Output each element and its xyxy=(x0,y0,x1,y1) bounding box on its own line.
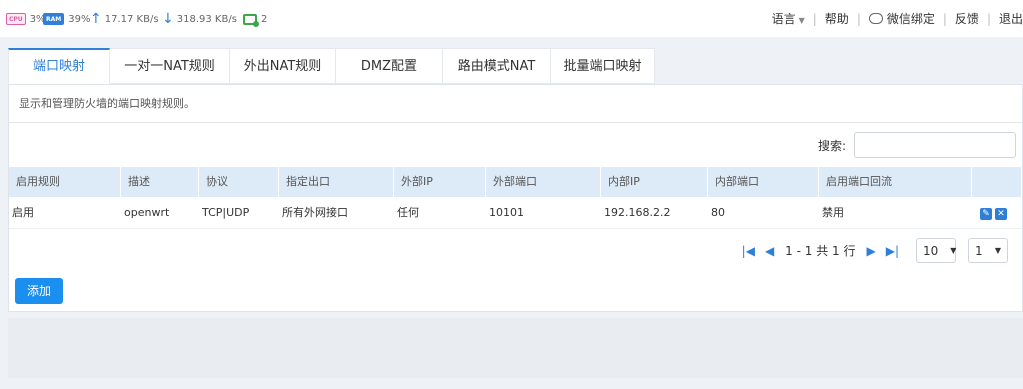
download-value: 318.93 KB/s xyxy=(176,13,237,25)
column-header[interactable]: 内部端口 xyxy=(708,167,819,197)
delete-icon[interactable]: ✕ xyxy=(995,208,1007,220)
next-page-icon[interactable]: ▶ xyxy=(866,244,875,258)
search-label: 搜索: xyxy=(817,138,846,153)
tab-port-mapping[interactable]: 端口映射 xyxy=(8,48,110,84)
table-cell: 任何 xyxy=(397,206,419,219)
logout-link[interactable]: 退出 xyxy=(999,10,1023,27)
chevron-down-icon: ▼ xyxy=(994,246,1001,255)
nav-divider: | xyxy=(812,11,817,26)
table-cell: TCP|UDP xyxy=(202,206,250,219)
tab-dmz[interactable]: DMZ配置 xyxy=(336,48,443,84)
help-link[interactable]: 帮助 xyxy=(825,10,849,27)
top-status-bar: CPU 3% RAM 39% ↑ 17.17 KB/s ↓ 318.93 KB/… xyxy=(0,0,1023,37)
tab-batch-port-mapping[interactable]: 批量端口映射 xyxy=(551,48,655,84)
ram-icon: RAM xyxy=(43,13,65,25)
port-mapping-panel: 显示和管理防火墙的端口映射规则。 搜索: 启用规则 描述 协议 指定出口 外部I… xyxy=(8,84,1023,312)
wechat-icon xyxy=(868,13,883,24)
table-cell: 所有外网接口 xyxy=(282,206,348,219)
column-header[interactable]: 指定出口 xyxy=(279,167,394,197)
nav-divider: | xyxy=(856,11,861,26)
upload-stat: ↑ 17.17 KB/s xyxy=(90,11,159,27)
edit-icon[interactable]: ✎ xyxy=(980,208,992,220)
table-cell: 10101 xyxy=(489,206,524,219)
wechat-link[interactable]: 微信绑定 xyxy=(868,10,935,27)
upload-value: 17.17 KB/s xyxy=(104,13,159,25)
upload-arrow-icon: ↑ xyxy=(90,11,102,27)
cpu-icon: CPU xyxy=(6,13,26,25)
column-header[interactable]: 描述 xyxy=(121,167,199,197)
caret-down-icon: ▼ xyxy=(798,16,805,25)
page-select[interactable]: 1 ▼ xyxy=(968,238,1008,263)
column-header[interactable]: 启用规则 xyxy=(9,167,121,197)
panel-description: 显示和管理防火墙的端口映射规则。 xyxy=(9,85,1022,123)
search-input[interactable] xyxy=(854,132,1016,158)
table-cell: 80 xyxy=(711,206,725,219)
language-menu[interactable]: 语言 ▼ xyxy=(772,10,805,27)
tab-router-mode-nat[interactable]: 路由模式NAT xyxy=(443,48,551,84)
table-cell: 启用 xyxy=(12,206,34,219)
prev-page-icon[interactable]: ◀ xyxy=(765,244,774,258)
tab-one-to-one-nat[interactable]: 一对一NAT规则 xyxy=(110,48,230,84)
table-header: 启用规则 描述 协议 指定出口 外部IP 外部端口 内部IP 内部端口 启用端口… xyxy=(9,167,1022,197)
add-button[interactable]: 添加 xyxy=(15,278,63,304)
last-page-icon[interactable]: ▶| xyxy=(886,244,899,258)
nav-divider: | xyxy=(942,11,947,26)
lower-content-area xyxy=(8,318,1023,378)
column-header[interactable]: 协议 xyxy=(199,167,279,197)
pagination: |◀ ◀ 1 - 1 共 1 行 ▶ ▶| 10 ▼ 1 ▼ xyxy=(737,238,1008,263)
devices-count: 2 xyxy=(261,13,268,25)
tab-bar: 端口映射 一对一NAT规则 外出NAT规则 DMZ配置 路由模式NAT 批量端口… xyxy=(8,48,655,84)
table-cell: 禁用 xyxy=(822,206,844,219)
cpu-stat: CPU 3% xyxy=(6,11,46,27)
feedback-link[interactable]: 反馈 xyxy=(955,10,979,27)
column-header[interactable]: 外部端口 xyxy=(486,167,601,197)
chevron-down-icon: ▼ xyxy=(950,246,957,255)
column-header-actions xyxy=(972,167,1022,197)
download-stat: ↓ 318.93 KB/s xyxy=(162,11,237,27)
ram-stat: RAM 39% xyxy=(43,11,90,27)
column-header[interactable]: 外部IP xyxy=(394,167,486,197)
table-cell: 192.168.2.2 xyxy=(604,206,671,219)
column-header[interactable]: 内部IP xyxy=(601,167,708,197)
page-summary: 1 - 1 共 1 行 xyxy=(785,244,856,258)
ram-value: 39% xyxy=(68,13,91,25)
tab-outbound-nat[interactable]: 外出NAT规则 xyxy=(230,48,336,84)
top-nav: 语言 ▼ | 帮助 | 微信绑定 | 反馈 | 退出 xyxy=(772,10,1023,27)
table-cell: openwrt xyxy=(124,206,170,219)
nav-divider: | xyxy=(986,11,991,26)
row-actions: ✎ ✕ xyxy=(972,197,1022,229)
devices-stat[interactable]: 2 xyxy=(243,11,267,27)
search-box: 搜索: xyxy=(818,132,1016,158)
column-header[interactable]: 启用端口回流 xyxy=(819,167,972,197)
page-size-select[interactable]: 10 ▼ xyxy=(916,238,956,263)
device-monitor-icon xyxy=(243,13,259,27)
download-arrow-icon: ↓ xyxy=(162,11,174,27)
table-row: 启用 openwrt TCP|UDP 所有外网接口 任何 10101 192.1… xyxy=(9,197,1022,229)
first-page-icon[interactable]: |◀ xyxy=(742,244,755,258)
